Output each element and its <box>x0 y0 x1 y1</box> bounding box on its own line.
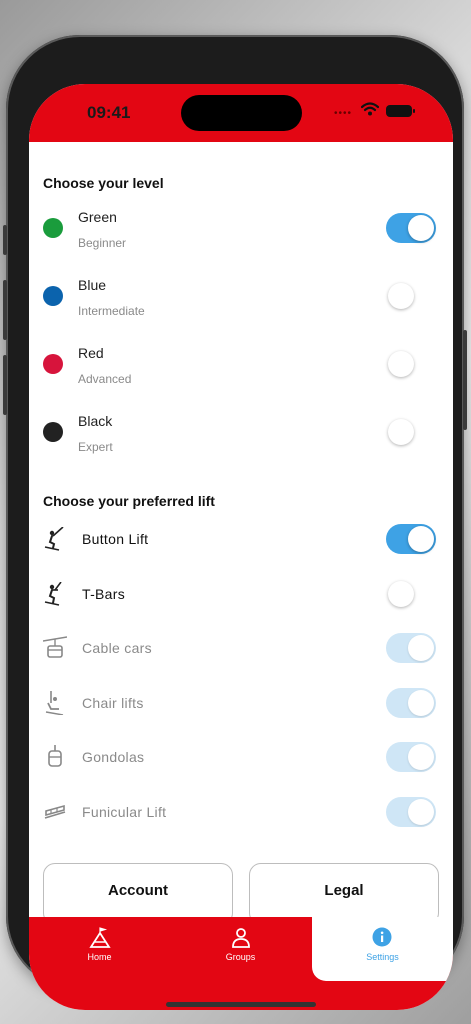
tab-settings-label: Settings <box>366 952 399 962</box>
toggle-button-lift[interactable] <box>386 524 436 554</box>
level-name: Red <box>78 345 104 361</box>
legal-button[interactable]: Legal <box>249 863 439 925</box>
level-row-green: Green Beginner <box>29 204 453 268</box>
toggle-knob <box>388 419 414 445</box>
level-desc: Expert <box>78 440 113 454</box>
funicular-icon <box>44 804 66 819</box>
level-name: Black <box>78 413 113 429</box>
lift-name: Gondolas <box>82 749 145 765</box>
lift-name: T-Bars <box>82 586 126 602</box>
mountain-flag-icon <box>89 927 111 948</box>
toggle-knob <box>408 215 434 241</box>
toggle-knob <box>408 526 434 552</box>
level-row-red: Red Advanced <box>29 340 453 404</box>
button-lift-icon <box>44 527 64 551</box>
green-level-dot <box>43 218 63 238</box>
level-name: Green <box>78 209 117 225</box>
toggle-blue-level[interactable] <box>386 281 436 311</box>
cable-car-icon <box>43 636 67 658</box>
tab-bar: Home Groups Settings <box>29 917 453 1010</box>
volume-down-button <box>3 355 7 415</box>
lift-row-cable-cars: Cable cars <box>29 631 453 665</box>
tab-home[interactable]: Home <box>29 917 170 981</box>
t-bar-icon <box>44 582 62 606</box>
lift-name: Button Lift <box>82 531 149 547</box>
power-button <box>463 330 467 430</box>
info-icon <box>372 927 392 947</box>
legal-button-label: Legal <box>324 882 364 899</box>
tab-groups[interactable]: Groups <box>170 917 311 981</box>
toggle-black-level[interactable] <box>386 417 436 447</box>
lift-name: Funicular Lift <box>82 804 167 820</box>
toggle-knob <box>408 799 434 825</box>
tab-groups-label: Groups <box>225 952 256 962</box>
toggle-knob <box>388 581 414 607</box>
toggle-cable-cars[interactable] <box>386 633 436 663</box>
black-level-dot <box>43 422 63 442</box>
level-row-black: Black Expert <box>29 408 453 472</box>
volume-up-button <box>3 280 7 340</box>
blue-level-dot <box>43 286 63 306</box>
tab-home-label: Home <box>87 952 112 962</box>
toggle-knob <box>408 635 434 661</box>
lift-row-gondolas: Gondolas <box>29 740 453 774</box>
lift-name: Chair lifts <box>82 695 144 711</box>
home-indicator[interactable] <box>166 1002 316 1007</box>
toggle-chair-lifts[interactable] <box>386 688 436 718</box>
account-button-label: Account <box>108 882 168 899</box>
phone-frame: 09:41 •••• Choose your level Green Begin… <box>3 35 467 1010</box>
toggle-knob <box>408 744 434 770</box>
silent-switch <box>3 225 7 255</box>
level-row-blue: Blue Intermediate <box>29 272 453 336</box>
chair-lift-icon <box>45 691 64 715</box>
level-desc: Advanced <box>78 372 132 386</box>
level-desc: Beginner <box>78 236 127 250</box>
toggle-funicular[interactable] <box>386 797 436 827</box>
level-desc: Intermediate <box>78 304 145 318</box>
toggle-knob <box>388 283 414 309</box>
dynamic-island <box>181 95 302 131</box>
gondola-icon <box>48 745 62 767</box>
toggle-knob <box>408 690 434 716</box>
lift-row-chair-lifts: Chair lifts <box>29 686 453 720</box>
battery-icon <box>386 105 415 117</box>
lift-row-button-lift: Button Lift <box>29 522 453 556</box>
signal-icon: •••• <box>334 108 353 119</box>
level-section-title: Choose your level <box>43 175 164 191</box>
level-name: Blue <box>78 277 107 293</box>
status-bar: 09:41 •••• <box>29 84 453 142</box>
person-icon <box>232 928 250 948</box>
account-button[interactable]: Account <box>43 863 233 925</box>
lift-row-funicular: Funicular Lift <box>29 795 453 829</box>
toggle-green-level[interactable] <box>386 213 436 243</box>
toggle-red-level[interactable] <box>386 349 436 379</box>
toggle-knob <box>388 351 414 377</box>
red-level-dot <box>43 354 63 374</box>
wifi-icon <box>361 102 379 116</box>
toggle-gondolas[interactable] <box>386 742 436 772</box>
tab-settings[interactable]: Settings <box>312 917 453 981</box>
lift-name: Cable cars <box>82 640 152 656</box>
lift-section-title: Choose your preferred lift <box>43 493 215 509</box>
status-time: 09:41 <box>87 103 131 122</box>
toggle-t-bars[interactable] <box>386 579 436 609</box>
lift-row-t-bars: T-Bars <box>29 577 453 611</box>
screen: 09:41 •••• Choose your level Green Begin… <box>29 84 453 1010</box>
